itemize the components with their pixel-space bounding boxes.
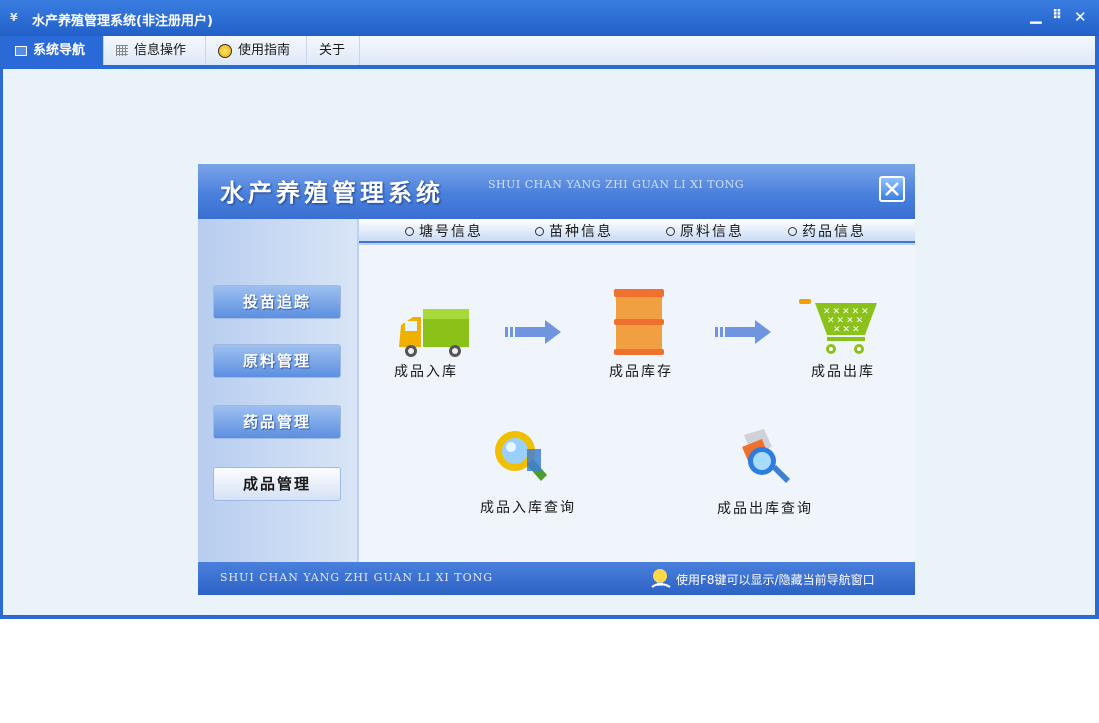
stock-out-label: 成品出库 bbox=[811, 364, 875, 380]
bulb-icon bbox=[218, 43, 232, 58]
cart-icon: ✕✕✕✕✕ ✕✕✕✕ ✕✕✕ bbox=[799, 299, 877, 354]
grid-icon bbox=[116, 45, 128, 56]
inventory-label: 成品库存 bbox=[609, 364, 673, 380]
stock-out-feature[interactable]: ✕✕✕✕✕ ✕✕✕✕ ✕✕✕ 成品出库 bbox=[799, 285, 899, 385]
footer-hint: 使用F8键可以显示/隐藏当前导航窗口 bbox=[676, 573, 875, 587]
arrow-right-icon bbox=[715, 320, 771, 344]
panel-title: 水产养殖管理系统 bbox=[220, 179, 444, 207]
side-button-medicine-management[interactable]: 药品管理 bbox=[213, 405, 341, 439]
info-link-label: 药品信息 bbox=[802, 224, 866, 240]
menu-bar: 系统导航 信息操作 使用指南 关于 bbox=[3, 36, 1095, 69]
panel-subtitle: SHUI CHAN YANG ZHI GUAN LI XI TONG bbox=[488, 178, 745, 191]
tab-info-operations[interactable]: 信息操作 bbox=[104, 36, 206, 66]
tab-about[interactable]: 关于 bbox=[307, 36, 360, 66]
svg-text:✕✕✕: ✕✕✕ bbox=[833, 325, 862, 335]
stock-in-label: 成品入库 bbox=[394, 364, 458, 380]
info-link-label: 苗种信息 bbox=[549, 224, 613, 240]
tab-label: 关于 bbox=[319, 43, 346, 58]
restore-icon[interactable]: ⠿ bbox=[1052, 8, 1062, 23]
close-x-icon bbox=[885, 182, 899, 196]
stock-out-query-label: 成品出库查询 bbox=[717, 501, 813, 517]
info-link-material[interactable]: 原料信息 bbox=[666, 221, 744, 241]
side-menu: 投苗追踪 原料管理 药品管理 成品管理 bbox=[198, 219, 357, 562]
radio-icon bbox=[405, 226, 414, 236]
info-link-seedling[interactable]: 苗种信息 bbox=[535, 221, 613, 241]
search-tag-icon bbox=[742, 429, 790, 483]
feature-area: 成品入库 成品库存 ✕✕✕✕✕ ✕✕✕✕ ✕✕✕ 成品出库 成品入库查询 成品出… bbox=[359, 245, 915, 562]
info-link-medicine[interactable]: 药品信息 bbox=[788, 221, 866, 241]
inventory-feature[interactable]: 成品库存 bbox=[604, 285, 704, 385]
radio-icon bbox=[535, 226, 544, 236]
minimize-icon[interactable]: ▁ bbox=[1030, 6, 1042, 24]
tab-label: 使用指南 bbox=[238, 43, 291, 58]
arrow-right-icon bbox=[505, 320, 561, 344]
close-icon[interactable]: ✕ bbox=[1074, 8, 1087, 26]
monitor-icon bbox=[15, 45, 27, 56]
panel-footer: SHUI CHAN YANG ZHI GUAN LI XI TONG 使用F8键… bbox=[198, 562, 915, 595]
info-link-label: 原料信息 bbox=[680, 224, 744, 240]
tab-label: 信息操作 bbox=[134, 43, 187, 58]
panel-close-button[interactable] bbox=[879, 176, 905, 202]
navigation-panel: 水产养殖管理系统 SHUI CHAN YANG ZHI GUAN LI XI T… bbox=[198, 164, 915, 595]
radio-icon bbox=[666, 226, 675, 236]
window-title: 水产养殖管理系统(非注册用户) bbox=[32, 14, 213, 29]
info-link-bar: 塘号信息 苗种信息 原料信息 药品信息 bbox=[359, 219, 915, 243]
truck-icon bbox=[399, 309, 469, 357]
stock-in-query-feature[interactable]: 成品入库查询 bbox=[477, 427, 587, 517]
footer-brand-text: SHUI CHAN YANG ZHI GUAN LI XI TONG bbox=[220, 571, 494, 584]
tab-user-guide[interactable]: 使用指南 bbox=[206, 36, 307, 66]
radio-icon bbox=[788, 226, 797, 236]
stock-in-feature[interactable]: 成品入库 bbox=[389, 285, 479, 385]
warehouse-icon bbox=[614, 289, 664, 355]
tab-system-navigation[interactable]: 系统导航 bbox=[3, 36, 104, 66]
side-button-seedling-tracking[interactable]: 投苗追踪 bbox=[213, 285, 341, 319]
side-button-product-management[interactable]: 成品管理 bbox=[213, 467, 341, 501]
title-bar[interactable]: ¥ 水产养殖管理系统(非注册用户) ▁ ⠿ ✕ bbox=[0, 0, 1099, 36]
panel-header: 水产养殖管理系统 SHUI CHAN YANG ZHI GUAN LI XI T… bbox=[198, 164, 915, 219]
tab-label: 系统导航 bbox=[33, 43, 86, 58]
app-logo-icon: ¥ bbox=[10, 11, 18, 24]
magnifier-icon bbox=[495, 431, 547, 481]
info-link-label: 塘号信息 bbox=[419, 224, 483, 240]
stock-in-query-label: 成品入库查询 bbox=[480, 500, 576, 516]
side-button-material-management[interactable]: 原料管理 bbox=[213, 344, 341, 378]
stock-out-query-feature[interactable]: 成品出库查询 bbox=[714, 427, 824, 517]
info-link-pond[interactable]: 塘号信息 bbox=[405, 221, 483, 241]
lightbulb-icon bbox=[651, 569, 671, 588]
